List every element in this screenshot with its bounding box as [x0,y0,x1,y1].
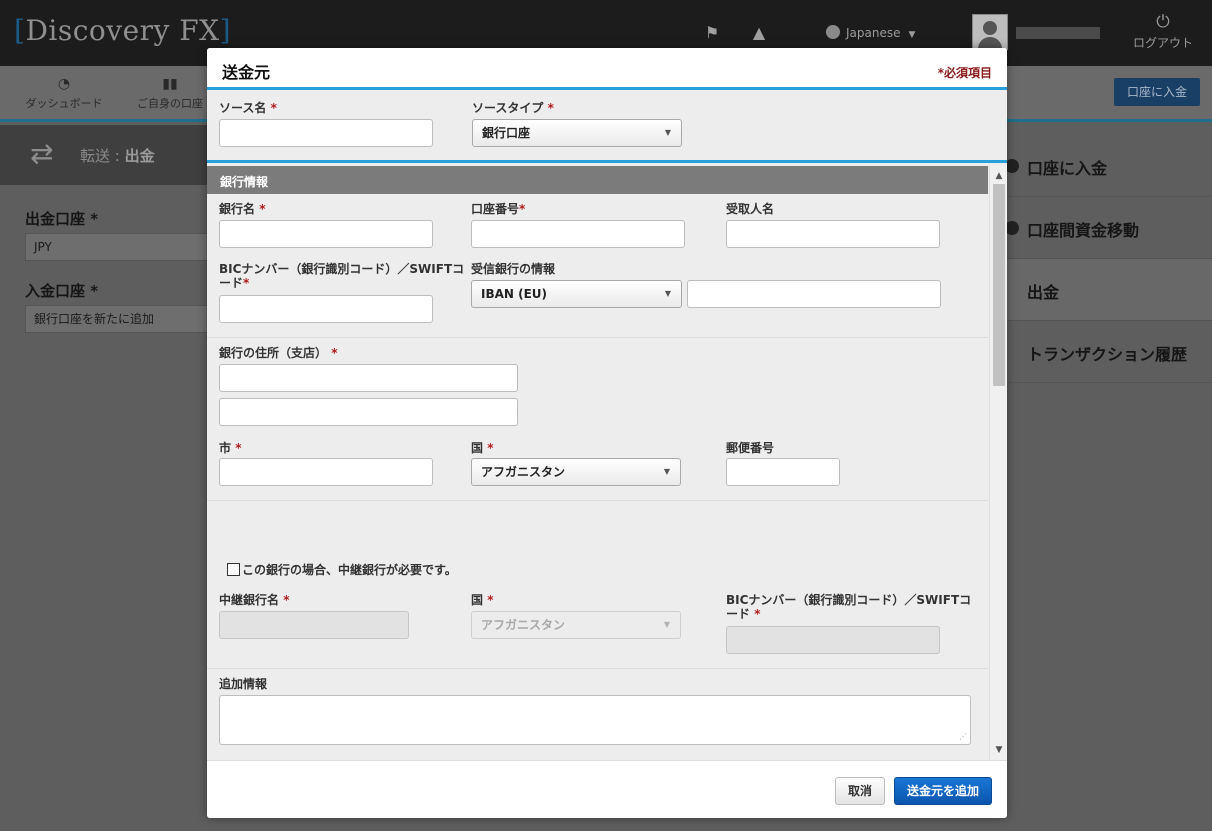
divider [207,337,988,338]
required-note: *必須項目 [937,66,992,80]
globe-icon [826,25,840,39]
transfer-arrows-icon: ⇄ [30,137,54,170]
page-title: 転送 : 出金 [80,147,155,165]
additional-info-label: 追加情報 [219,677,268,691]
chevron-down-icon: ▼ [908,30,916,40]
bic-swift-label: BICナンバー（銀行識別コード）／SWIFTコード* [219,262,465,290]
intermediary-bank-name-input[interactable] [219,611,409,639]
chevron-down-icon: ▼ [664,289,671,298]
modal-body: 銀行情報 銀行名 * 口座番号* 受取人名 BICナンバー（銀行識別コード）／S… [207,166,1007,760]
to-account-select[interactable]: 銀行口座を新たに追加 [25,305,215,333]
receiving-bank-select[interactable]: IBAN (EU) ▼ [471,280,682,308]
postal-code-label: 郵便番号 [726,441,775,455]
chevron-down-icon: ▼ [663,467,670,476]
iban-input[interactable] [687,280,941,308]
bic-swift-input[interactable] [219,295,433,323]
username-redacted [1016,27,1100,39]
modal-footer: 取消 送金元を追加 [207,760,1007,818]
flag-icon[interactable]: ⚑ [702,24,722,42]
warning-icon[interactable]: ▲ [749,24,769,42]
deposit-button[interactable]: 口座に入金 [1114,78,1200,106]
source-name-input[interactable] [219,119,433,147]
receiving-bank-label: 受信銀行の情報 [471,262,556,276]
side-item-withdraw[interactable]: 出金 [1007,259,1212,321]
source-type-label: ソースタイプ * [472,101,554,115]
intermediary-bank-name-label: 中継銀行名 * [219,593,290,607]
scroll-thumb[interactable] [993,184,1005,386]
payee-name-label: 受取人名 [726,202,775,216]
account-number-input[interactable] [471,220,685,248]
logout-button[interactable]: ⏻ ログアウト [1128,12,1198,51]
intermediary-country-select[interactable]: アフガニスタン ▼ [471,611,681,639]
from-account-select[interactable]: JPY [25,233,215,261]
add-source-button[interactable]: 送金元を追加 [894,777,992,805]
from-account-label: 出金口座 * [25,210,99,228]
bank-address-line1-input[interactable] [219,364,518,392]
city-input[interactable] [219,458,433,486]
bank-name-input[interactable] [219,220,433,248]
country-select[interactable]: アフガニスタン ▼ [471,458,681,486]
bank-address-label: 銀行の住所（支店） * [219,346,338,360]
scroll-up-icon[interactable]: ▲ [990,168,1007,184]
bank-name-label: 銀行名 * [219,202,266,216]
side-menu: 口座に入金 口座間資金移動 出金 トランザクション履歴 [1005,135,1212,383]
intermediary-bic-input[interactable] [726,626,940,654]
add-source-modal: 送金元 *必須項目 ソース名 * ソースタイプ * 銀行口座 ▼ 銀行情報 銀行名… [207,48,1007,818]
additional-info-textarea[interactable]: ⋰ [219,695,971,745]
country-label: 国 * [471,441,494,455]
source-name-label: ソース名 * [219,101,277,115]
power-icon: ⏻ [1156,12,1170,32]
payee-name-input[interactable] [726,220,940,248]
nav-item-my-accounts[interactable]: ▮▮ ご自身の口座 [130,76,210,111]
city-label: 市 * [219,441,242,455]
divider [207,500,988,501]
scroll-down-icon[interactable]: ▼ [990,742,1007,758]
account-number-label: 口座番号* [471,202,526,216]
source-row: ソース名 * ソースタイプ * 銀行口座 ▼ [207,93,1007,163]
bullet-icon [1005,221,1019,235]
postal-code-input[interactable] [726,458,840,486]
modal-title: 送金元 [222,63,271,82]
cancel-button[interactable]: 取消 [835,777,885,805]
modal-scrollbar[interactable]: ▲ ▼ [989,166,1007,760]
bar-chart-icon: ▮▮ [162,76,178,92]
divider [207,668,988,669]
nav-item-dashboard[interactable]: ◔ ダッシュボード [24,76,104,111]
intermediary-bic-label: BICナンバー（銀行識別コード）／SWIFTコード * [726,593,972,621]
source-type-select[interactable]: 銀行口座 ▼ [472,119,682,147]
page-header: ⇄ 転送 : 出金 [0,125,210,185]
bank-address-line2-input[interactable] [219,398,518,426]
side-item-transaction-history[interactable]: トランザクション履歴 [1007,321,1212,383]
to-account-label: 入金口座 * [25,282,99,300]
avatar[interactable] [972,14,1008,50]
brand-logo[interactable]: [Discovery FX] [14,14,231,47]
modal-header: 送金元 *必須項目 [207,48,1007,90]
side-item-internal-transfer[interactable]: 口座間資金移動 [1005,197,1212,259]
intermediary-country-label: 国 * [471,593,494,607]
gauge-icon: ◔ [57,76,71,92]
side-item-deposit[interactable]: 口座に入金 [1005,135,1212,197]
chevron-down-icon: ▼ [664,128,671,137]
language-selector[interactable]: Japanese ▼ [826,22,926,44]
chevron-down-icon: ▼ [663,620,670,629]
bank-info-section-header: 銀行情報 [207,166,988,194]
resize-grip-icon[interactable]: ⋰ [959,733,967,741]
bullet-icon [1005,159,1019,173]
intermediary-checkbox-row[interactable]: この銀行の場合、中継銀行が必要です。 [227,561,457,578]
intermediary-checkbox[interactable] [227,563,240,576]
